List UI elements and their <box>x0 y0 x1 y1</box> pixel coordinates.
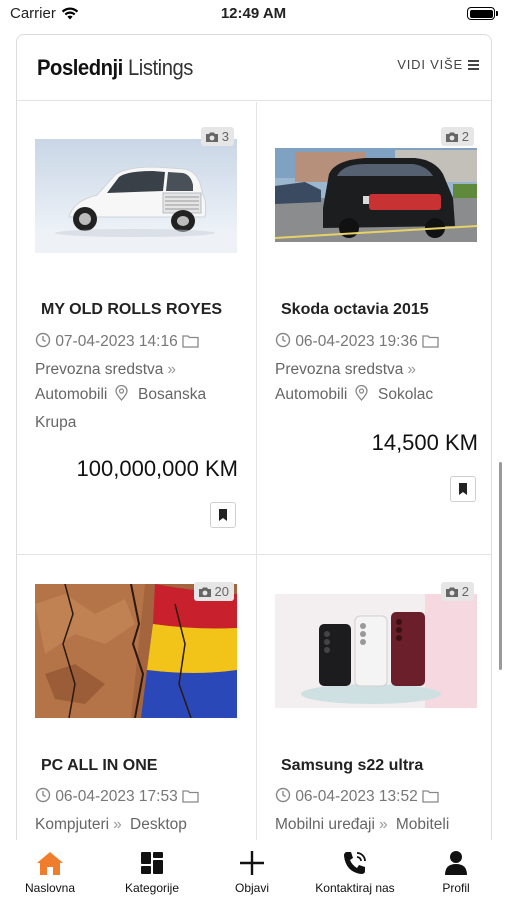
bookmark-button[interactable] <box>450 476 476 502</box>
tab-profile[interactable]: Profil <box>416 840 496 900</box>
latest-listings-card: Poslednji Listings VIDI VIŠE 3 MY OLD RO… <box>16 34 492 854</box>
breadcrumb-separator: » <box>113 815 122 833</box>
clock-icon <box>35 786 51 812</box>
listing-title[interactable]: PC ALL IN ONE <box>41 757 157 775</box>
tab-post[interactable]: Objavi <box>212 840 292 900</box>
section-title: Poslednji Listings <box>37 55 193 81</box>
listing-subcategory[interactable]: Automobili <box>275 386 347 403</box>
listing-subcategory[interactable]: Automobili <box>35 386 107 403</box>
tab-home[interactable]: Naslovna <box>10 840 90 900</box>
photo-count: 2 <box>461 129 469 144</box>
bottom-tab-bar: Naslovna Kategorije Objavi Kontaktiraj n… <box>0 840 507 900</box>
tab-label: Profil <box>442 881 470 895</box>
plus-icon <box>239 848 265 878</box>
flag-map-image <box>35 584 237 718</box>
listing-card[interactable]: 3 MY OLD ROLLS ROYES 07-04-2023 14:16 Pr… <box>17 102 256 554</box>
battery-icon <box>467 7 498 20</box>
photo-count: 3 <box>221 129 229 144</box>
home-icon <box>36 848 64 878</box>
bookmark-icon <box>459 483 467 495</box>
section-header: Poslednji Listings VIDI VIŠE <box>17 35 491 101</box>
grid-icon <box>140 848 164 878</box>
status-bar: Carrier 12:49 AM <box>0 0 507 30</box>
listing-date: 06-04-2023 13:52 <box>295 788 418 805</box>
scrollbar[interactable] <box>499 462 502 670</box>
photo-count-badge: 3 <box>200 127 234 146</box>
menu-icon <box>468 59 479 70</box>
listing-date: 07-04-2023 14:16 <box>55 333 178 350</box>
tab-contact[interactable]: Kontaktiraj nas <box>305 840 405 900</box>
bookmark-button[interactable] <box>210 502 236 528</box>
folder-icon <box>422 331 439 357</box>
listing-meta: 07-04-2023 14:16 Prevozna sredstva» Auto… <box>35 329 245 435</box>
clock-icon <box>275 331 291 357</box>
camera-icon <box>445 132 458 142</box>
folder-icon <box>182 331 199 357</box>
listing-price: 100,000,000 KM <box>76 456 238 481</box>
listing-date: 06-04-2023 17:53 <box>55 788 178 805</box>
breadcrumb-separator: » <box>378 815 388 833</box>
listing-image[interactable] <box>275 148 477 242</box>
folder-icon <box>422 786 439 812</box>
camera-icon <box>198 587 211 597</box>
listing-subcategory[interactable]: Desktop <box>130 816 187 833</box>
listing-card[interactable]: 20 PC ALL IN ONE 06-04-2023 17:53 Kompju… <box>17 555 256 853</box>
listings-grid: 3 MY OLD ROLLS ROYES 07-04-2023 14:16 Pr… <box>17 102 491 853</box>
listing-card[interactable]: 2 Skoda octavia 2015 06-04-2023 19:36 Pr… <box>257 102 491 554</box>
tab-label: Naslovna <box>24 881 76 895</box>
bookmark-icon <box>219 509 227 521</box>
location-icon <box>115 384 128 410</box>
clock-icon <box>35 331 51 357</box>
section-title-strong: Poslednji <box>37 55 123 80</box>
listing-image[interactable] <box>35 584 237 718</box>
tab-categories[interactable]: Kategorije <box>112 840 192 900</box>
breadcrumb-separator: » <box>167 360 176 378</box>
phone-icon <box>342 848 368 878</box>
listing-price: 14,500 KM <box>371 430 478 455</box>
listing-category[interactable]: Prevozna sredstva <box>35 361 163 378</box>
folder-icon <box>182 786 199 812</box>
listing-meta: 06-04-2023 19:36 Prevozna sredstva» Auto… <box>275 329 485 410</box>
camera-icon <box>445 587 458 597</box>
listing-title[interactable]: MY OLD ROLLS ROYES <box>41 301 222 319</box>
listing-meta: 06-04-2023 17:53 Kompjuteri» Desktop <box>35 784 245 837</box>
breadcrumb-separator: » <box>407 360 416 378</box>
listing-subcategory[interactable]: Mobiteli <box>396 816 449 833</box>
listing-location: Sokolac <box>378 386 434 403</box>
photo-count-badge: 20 <box>193 582 234 601</box>
listing-category[interactable]: Kompjuteri <box>35 816 109 833</box>
listing-meta: 06-04-2023 13:52 Mobilni uređaji» Mobite… <box>275 784 485 837</box>
black-car-image <box>275 148 477 242</box>
listing-title[interactable]: Samsung s22 ultra <box>281 757 423 775</box>
listing-category[interactable]: Prevozna sredstva <box>275 361 403 378</box>
listing-image[interactable] <box>35 139 237 253</box>
listing-card[interactable]: 2 Samsung s22 ultra 06-04-2023 13:52 Mob… <box>257 555 491 853</box>
tab-label: Kategorije <box>124 881 180 895</box>
see-more-label: VIDI VIŠE <box>397 57 463 72</box>
user-icon <box>444 848 468 878</box>
listing-title[interactable]: Skoda octavia 2015 <box>281 301 429 319</box>
photo-count-badge: 2 <box>440 127 474 146</box>
listing-date: 06-04-2023 19:36 <box>295 333 418 350</box>
clock: 12:49 AM <box>220 5 287 22</box>
tab-label: Kontaktiraj nas <box>315 881 395 895</box>
photo-count: 20 <box>214 584 229 599</box>
camera-icon <box>205 132 218 142</box>
white-car-image <box>35 139 237 253</box>
section-title-light: Listings <box>128 55 193 80</box>
phones-image <box>275 594 477 708</box>
listing-category[interactable]: Mobilni uređaji <box>275 816 375 833</box>
photo-count: 2 <box>461 584 469 599</box>
location-icon <box>355 384 368 410</box>
see-more-button[interactable]: VIDI VIŠE <box>397 57 479 72</box>
listing-image[interactable] <box>275 594 477 708</box>
clock-icon <box>275 786 291 812</box>
photo-count-badge: 2 <box>440 582 474 601</box>
tab-label: Objavi <box>234 881 269 895</box>
